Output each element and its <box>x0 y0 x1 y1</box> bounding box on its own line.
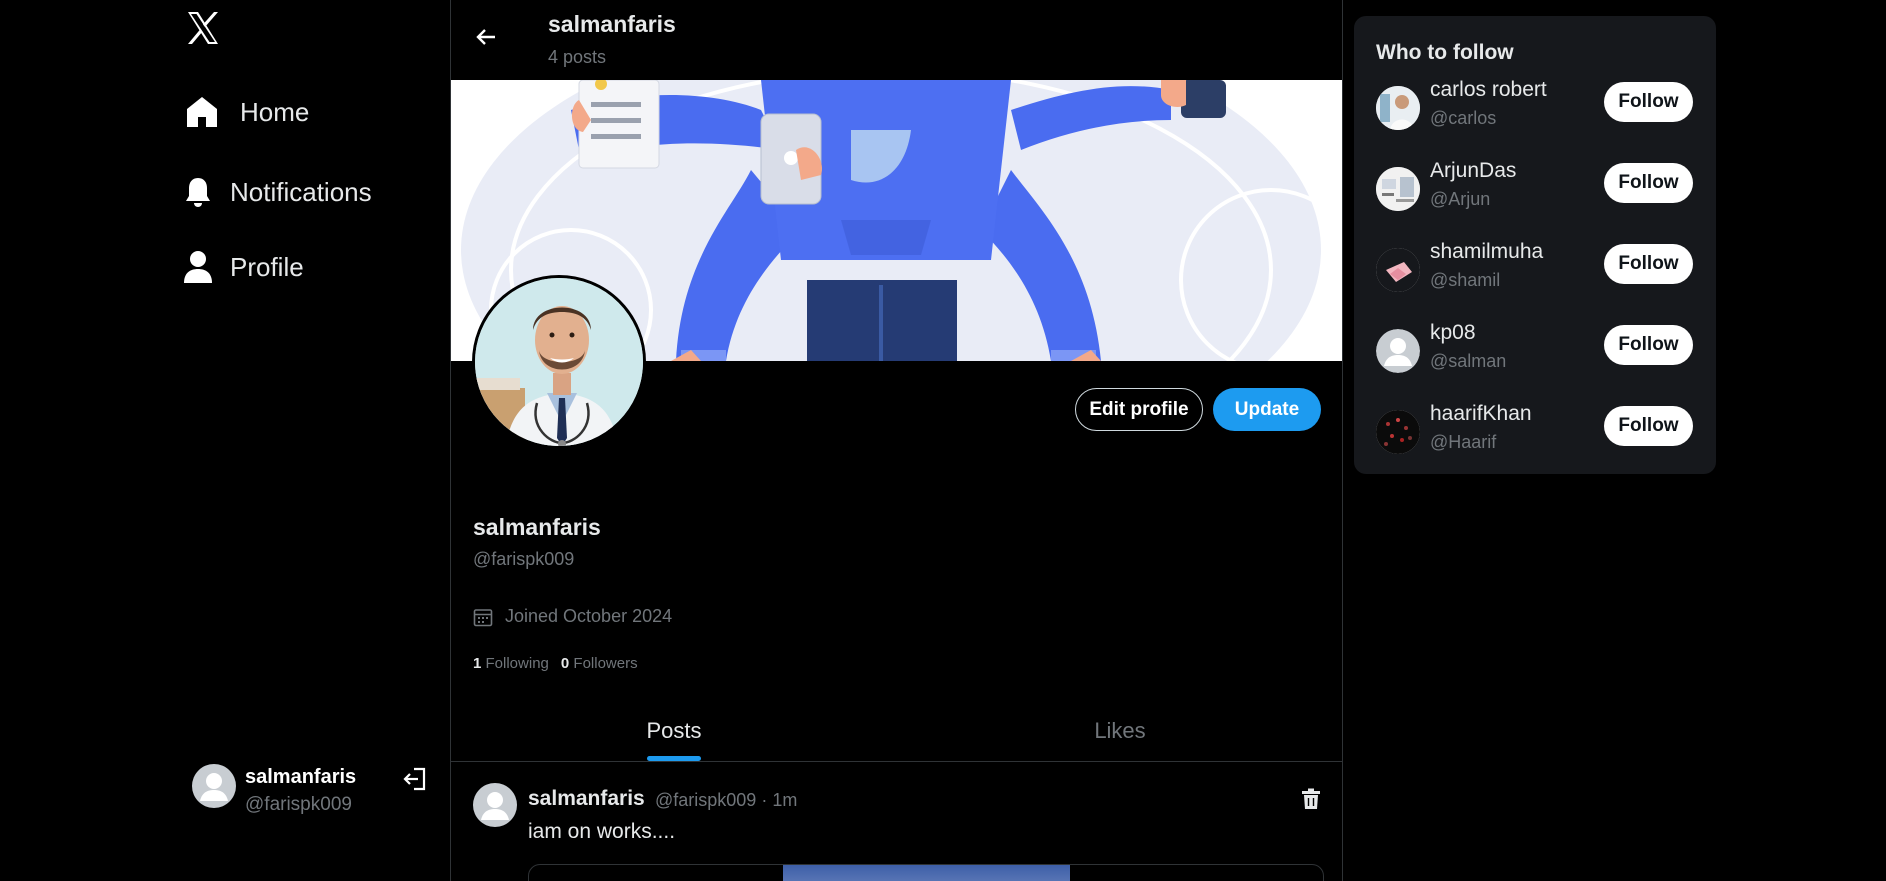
suggestion-name: carlos robert <box>1430 78 1547 101</box>
follow-button[interactable]: Follow <box>1604 325 1693 365</box>
update-button[interactable]: Update <box>1213 388 1321 431</box>
profile-header: salmanfaris 4 posts <box>451 0 1342 80</box>
avatar <box>1376 248 1420 292</box>
suggestion-handle: @Arjun <box>1430 189 1491 209</box>
calendar-icon <box>473 607 493 627</box>
profile-photo[interactable] <box>472 275 646 449</box>
post-author[interactable]: salmanfaris <box>528 787 645 811</box>
left-sidebar: Home Notifications Profile salmanfaris @… <box>0 0 450 881</box>
suggestion-handle: @shamil <box>1430 270 1501 290</box>
nav-label-notifications: Notifications <box>230 176 372 207</box>
logout-icon[interactable] <box>402 766 428 792</box>
avatar <box>1376 167 1420 211</box>
profile-main: salmanfaris 4 posts Edit profile Update … <box>450 0 1343 881</box>
nav-item-notifications[interactable]: Notifications <box>180 174 372 210</box>
suggestion-name: shamilmuha <box>1430 240 1544 263</box>
suggestion-handle: @carlos <box>1430 108 1497 128</box>
account-handle: @farispk009 <box>245 794 352 815</box>
follow-button[interactable]: Follow <box>1604 163 1693 203</box>
person-icon <box>180 249 216 285</box>
back-arrow-icon[interactable] <box>471 22 501 52</box>
trash-icon[interactable] <box>1299 787 1323 811</box>
tab-likes[interactable]: Likes <box>897 700 1342 762</box>
nav-item-home[interactable]: Home <box>184 94 309 130</box>
followers-count: 0 <box>560 655 570 672</box>
nav-item-profile[interactable]: Profile <box>180 249 304 285</box>
x-logo-icon[interactable] <box>183 8 223 48</box>
follow-button[interactable]: Follow <box>1604 244 1693 284</box>
follow-suggestion[interactable]: kp08 @salman Follow <box>1354 321 1716 381</box>
account-switcher[interactable]: salmanfaris @farispk009 <box>192 762 432 822</box>
followers-label: Followers <box>573 655 638 672</box>
post-item[interactable]: salmanfaris @farispk009 · 1m iam on work… <box>451 763 1342 881</box>
following-count: 1 <box>473 655 482 672</box>
suggestion-handle: @salman <box>1430 351 1507 371</box>
nav-label-home: Home <box>240 96 310 127</box>
post-count: 4 posts <box>548 47 607 67</box>
follow-button[interactable]: Follow <box>1604 406 1693 446</box>
page-title: salmanfaris <box>548 11 676 37</box>
follow-stats: 1 Following 0 Followers <box>473 655 638 672</box>
nav-label-profile: Profile <box>230 251 304 282</box>
suggestion-name: haarifKhan <box>1430 402 1532 425</box>
tab-posts-label: Posts <box>646 718 702 743</box>
post-image[interactable] <box>528 864 1324 881</box>
avatar <box>1376 86 1420 130</box>
following-link[interactable]: 1 Following <box>473 655 549 672</box>
following-label: Following <box>485 655 549 672</box>
joined-text: Joined October 2024 <box>505 606 673 626</box>
bell-icon <box>180 174 216 210</box>
account-name: salmanfaris <box>245 766 357 788</box>
profile-tabs: Posts Likes <box>451 700 1342 762</box>
joined-date: Joined October 2024 <box>473 606 672 627</box>
follow-suggestion[interactable]: shamilmuha @shamil Follow <box>1354 240 1716 300</box>
profile-name: salmanfaris <box>473 514 601 540</box>
follow-button[interactable]: Follow <box>1604 82 1693 122</box>
follow-suggestion[interactable]: haarifKhan @Haarif Follow <box>1354 402 1716 462</box>
avatar <box>192 764 236 808</box>
follow-suggestion[interactable]: ArjunDas @Arjun Follow <box>1354 159 1716 219</box>
followers-link[interactable]: 0 Followers <box>561 655 638 672</box>
suggestion-name: ArjunDas <box>1430 159 1517 182</box>
edit-profile-button[interactable]: Edit profile <box>1075 388 1203 431</box>
who-to-follow-title: Who to follow <box>1376 41 1514 64</box>
tab-likes-label: Likes <box>1094 718 1146 743</box>
follow-suggestion[interactable]: carlos robert @carlos Follow <box>1354 78 1716 138</box>
avatar <box>473 783 517 827</box>
avatar <box>1376 410 1420 454</box>
who-to-follow-panel: Who to follow carlos robert @carlos Foll… <box>1354 16 1716 474</box>
suggestion-handle: @Haarif <box>1430 432 1497 452</box>
suggestion-name: kp08 <box>1430 321 1476 344</box>
home-icon <box>184 94 220 130</box>
tab-posts[interactable]: Posts <box>451 700 897 762</box>
post-image-content <box>783 865 1070 881</box>
active-tab-indicator <box>647 756 701 761</box>
post-text: iam on works.... <box>528 820 676 843</box>
avatar <box>1376 329 1420 373</box>
profile-handle: @farispk009 <box>473 549 575 569</box>
post-meta: @farispk009 · 1m <box>655 790 798 810</box>
app-root: Home Notifications Profile salmanfaris @… <box>0 0 1886 881</box>
